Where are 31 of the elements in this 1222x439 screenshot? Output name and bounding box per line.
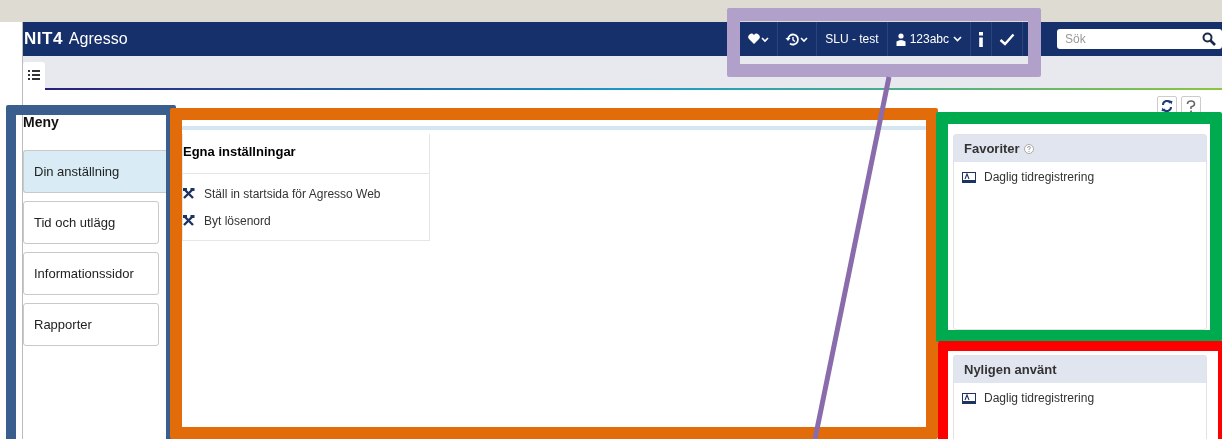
refresh-icon bbox=[1161, 100, 1173, 112]
menu-item[interactable]: Informationssidor bbox=[23, 252, 159, 295]
list-icon bbox=[28, 70, 40, 80]
logo: NIT4 bbox=[24, 29, 63, 49]
window-icon bbox=[962, 392, 976, 404]
recent-title: Nyligen använt bbox=[964, 362, 1057, 377]
window-icon bbox=[962, 171, 976, 183]
help-icon bbox=[1023, 143, 1034, 154]
menu-item[interactable]: Rapporter bbox=[23, 303, 159, 346]
settings-link[interactable]: Ställ in startsida för Agresso Web bbox=[204, 186, 381, 201]
menu-title: Meny bbox=[23, 113, 60, 132]
favorites-title: Favoriter bbox=[964, 141, 1020, 156]
info-icon bbox=[978, 31, 984, 47]
favorite-link[interactable]: Daglig tidregistrering bbox=[984, 170, 1095, 184]
check-icon bbox=[999, 32, 1015, 46]
heart-icon bbox=[748, 33, 771, 45]
product-name: Agresso bbox=[68, 30, 128, 48]
recent-link[interactable]: Daglig tidregistrering bbox=[984, 391, 1095, 405]
search-icon bbox=[1202, 32, 1216, 46]
menu-item[interactable]: Din anställning bbox=[23, 150, 166, 193]
history-icon bbox=[785, 32, 810, 46]
settings-link[interactable]: Byt lösenord bbox=[204, 213, 271, 228]
help-icon bbox=[1186, 99, 1196, 113]
caret-icon bbox=[953, 36, 962, 42]
tools-icon bbox=[183, 215, 195, 226]
card-title: Egna inställningar bbox=[183, 134, 429, 174]
search-field[interactable]: Sök bbox=[1057, 29, 1222, 49]
menu-tab[interactable] bbox=[23, 62, 45, 88]
menu-item[interactable]: Tid och utlägg bbox=[23, 201, 159, 244]
user-icon bbox=[895, 32, 906, 46]
tools-icon bbox=[183, 188, 195, 199]
